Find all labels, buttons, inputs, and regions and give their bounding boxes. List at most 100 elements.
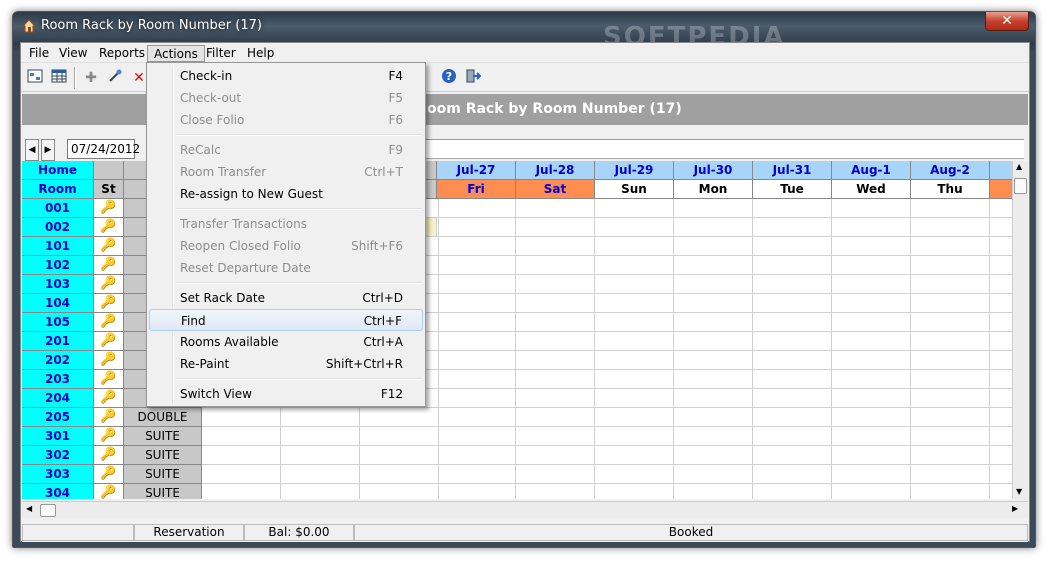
room-number[interactable]: 204 [22,389,94,408]
rack-cell[interactable] [911,332,990,351]
rack-cell[interactable] [437,199,516,218]
rack-cell[interactable] [832,465,911,484]
menu-item-re-paint[interactable]: Re-Paint Shift+Ctrl+R [149,353,423,375]
rack-cell[interactable] [753,256,832,275]
vertical-scrollbar[interactable]: ▲ ▼ [1012,161,1028,499]
rack-cell[interactable] [832,256,911,275]
rack-cell[interactable] [674,351,753,370]
rack-cell[interactable] [753,351,832,370]
rack-cell[interactable] [674,294,753,313]
rack-cell[interactable] [911,199,990,218]
rack-cell[interactable] [832,275,911,294]
rack-cell[interactable] [595,427,674,446]
rack-cell[interactable] [437,332,516,351]
rack-cell[interactable] [753,427,832,446]
rack-cell[interactable] [437,351,516,370]
rack-cell[interactable] [595,218,674,237]
add-icon[interactable]: ✚ [81,68,101,88]
rack-cell[interactable] [516,465,595,484]
rack-cell[interactable] [911,370,990,389]
rack-cell[interactable] [516,370,595,389]
vertical-scroll-thumb[interactable] [1014,178,1027,194]
rack-cell[interactable] [832,427,911,446]
scroll-left-icon[interactable]: ◀ [26,504,32,513]
rack-cell[interactable] [437,294,516,313]
rack-cell[interactable] [516,313,595,332]
room-number[interactable]: 302 [22,446,94,465]
rack-cell[interactable] [202,427,281,446]
menu-item-switch-view[interactable]: Switch View F12 [149,383,423,405]
rack-cell[interactable] [674,484,753,499]
rack-cell[interactable] [437,313,516,332]
rack-cell[interactable] [202,408,281,427]
rack-cell[interactable] [832,351,911,370]
rack-cell[interactable] [595,313,674,332]
menu-file[interactable]: File [23,45,55,62]
room-number[interactable]: 001 [22,199,94,218]
room-number[interactable]: 002 [22,218,94,237]
room-number[interactable]: 304 [22,484,94,499]
rack-cell[interactable] [516,389,595,408]
room-number[interactable]: 201 [22,332,94,351]
rack-cell[interactable] [832,408,911,427]
scroll-right-icon[interactable]: ▶ [1012,504,1018,513]
room-number[interactable]: 101 [22,237,94,256]
rack-cell[interactable] [516,351,595,370]
rack-cell[interactable] [437,218,516,237]
rack-cell[interactable] [437,256,516,275]
rack-cell[interactable] [753,370,832,389]
room-number[interactable]: 303 [22,465,94,484]
rack-cell[interactable] [674,218,753,237]
rack-cell[interactable] [753,237,832,256]
scroll-down-icon[interactable]: ▼ [1016,487,1022,496]
room-number[interactable]: 301 [22,427,94,446]
rack-cell[interactable] [832,218,911,237]
rack-cell[interactable] [516,427,595,446]
rack-cell[interactable] [911,275,990,294]
menu-item-rooms-available[interactable]: Rooms Available Ctrl+A [149,331,423,353]
rack-cell[interactable] [832,389,911,408]
menu-reports[interactable]: Reports [93,45,151,62]
menu-item-set-rack-date[interactable]: Set Rack Date Ctrl+D [149,287,423,309]
rack-cell[interactable] [595,237,674,256]
rack-cell[interactable] [281,465,360,484]
rack-cell[interactable] [202,484,281,499]
rack-cell[interactable] [753,275,832,294]
menu-item-check-in[interactable]: Check-in F4 [149,65,423,87]
rack-cell[interactable] [674,313,753,332]
rack-cell[interactable] [595,199,674,218]
horizontal-scroll-thumb[interactable] [40,504,56,517]
menu-item-re-assign-to-new-guest[interactable]: Re-assign to New Guest [149,183,423,205]
rack-cell[interactable] [360,484,439,499]
rack-cell[interactable] [516,218,595,237]
rack-cell[interactable] [911,351,990,370]
rack-cell[interactable] [281,484,360,499]
rack-cell[interactable] [595,332,674,351]
rack-cell[interactable] [595,275,674,294]
menu-help[interactable]: Help [241,45,280,62]
rack-cell[interactable] [911,256,990,275]
rack-cell[interactable] [674,408,753,427]
rack-cell[interactable] [753,389,832,408]
close-button[interactable]: ✕ [985,12,1029,31]
rack-cell[interactable] [202,465,281,484]
room-number[interactable]: 203 [22,370,94,389]
rack-cell[interactable] [202,446,281,465]
rack-cell[interactable] [595,446,674,465]
rack-cell[interactable] [437,370,516,389]
room-number[interactable]: 202 [22,351,94,370]
rack-cell[interactable] [832,294,911,313]
scroll-up-icon[interactable]: ▲ [1016,162,1022,171]
rack-cell[interactable] [832,237,911,256]
rack-cell[interactable] [911,237,990,256]
rack-cell[interactable] [595,370,674,389]
rack-cell[interactable] [516,256,595,275]
calendar-grid-icon[interactable] [25,68,45,88]
prev-date-button[interactable]: ◀ [25,139,39,161]
rack-cell[interactable] [832,332,911,351]
rack-cell[interactable] [595,389,674,408]
table-icon[interactable] [49,68,69,88]
rack-cell[interactable] [911,218,990,237]
rack-cell[interactable] [674,427,753,446]
rack-cell[interactable] [911,389,990,408]
